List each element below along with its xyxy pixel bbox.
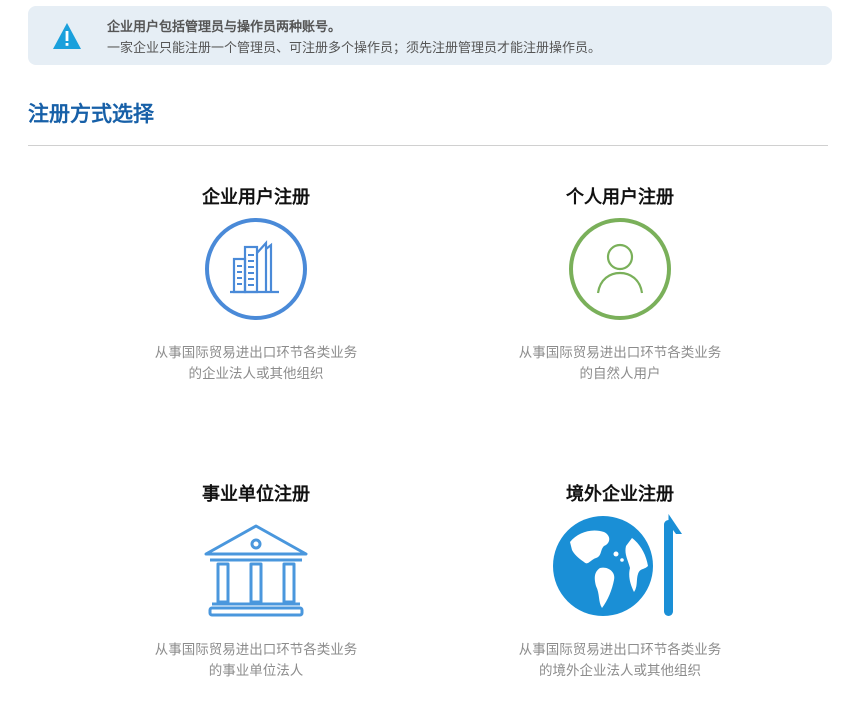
card-description-line: 的自然人用户 bbox=[579, 366, 661, 382]
card-description: 从事国际贸易进出口环节各类业务 的境外企业法人或其他组织 bbox=[470, 640, 770, 682]
institution-registration-card[interactable]: 事业单位注册 从事国际贸易进出口环节各类业务 的事业单位法人 bbox=[106, 480, 406, 720]
notice-title: 企业用户包括管理员与操作员两种账号。 bbox=[107, 20, 342, 35]
card-title: 境外企业注册 bbox=[566, 484, 674, 505]
person-icon[interactable] bbox=[568, 217, 672, 321]
enterprise-registration-card[interactable]: 企业用户注册 从事国际贸易进出口环节各类业务 的企业法人或其他组织 bbox=[106, 183, 406, 423]
card-description-line: 从事国际贸易进出口环节各类业务 bbox=[518, 642, 722, 658]
card-description: 从事国际贸易进出口环节各类业务 的企业法人或其他组织 bbox=[106, 343, 406, 385]
overseas-registration-card[interactable]: 境外企业注册 从事国际贸易进出口环节各类业务 的境外企业法人或其他组织 bbox=[470, 480, 770, 720]
warning-icon bbox=[53, 23, 81, 49]
building-icon[interactable] bbox=[204, 217, 308, 321]
card-title: 个人用户注册 bbox=[566, 187, 674, 208]
card-description-line: 的境外企业法人或其他组织 bbox=[539, 663, 701, 679]
card-title: 企业用户注册 bbox=[202, 187, 310, 208]
notice-banner: 企业用户包括管理员与操作员两种账号。 一家企业只能注册一个管理员、可注册多个操作… bbox=[28, 6, 832, 65]
card-description: 从事国际贸易进出口环节各类业务 的自然人用户 bbox=[470, 343, 770, 385]
card-description-line: 的事业单位法人 bbox=[208, 663, 304, 679]
institution-building-icon[interactable] bbox=[204, 514, 308, 618]
card-description-line: 从事国际贸易进出口环节各类业务 bbox=[154, 345, 358, 361]
card-description-line: 从事国际贸易进出口环节各类业务 bbox=[154, 642, 358, 658]
personal-registration-card[interactable]: 个人用户注册 从事国际贸易进出口环节各类业务 的自然人用户 bbox=[470, 183, 770, 423]
card-description: 从事国际贸易进出口环节各类业务 的事业单位法人 bbox=[106, 640, 406, 682]
card-description-line: 从事国际贸易进出口环节各类业务 bbox=[518, 345, 722, 361]
card-description-line: 的企业法人或其他组织 bbox=[188, 366, 324, 382]
notice-description: 一家企业只能注册一个管理员、可注册多个操作员；须先注册管理员才能注册操作员。 bbox=[107, 41, 602, 56]
section-title: 注册方式选择 bbox=[28, 102, 154, 126]
card-title: 事业单位注册 bbox=[202, 484, 310, 505]
globe-icon[interactable] bbox=[552, 514, 690, 618]
section-divider bbox=[28, 145, 828, 146]
